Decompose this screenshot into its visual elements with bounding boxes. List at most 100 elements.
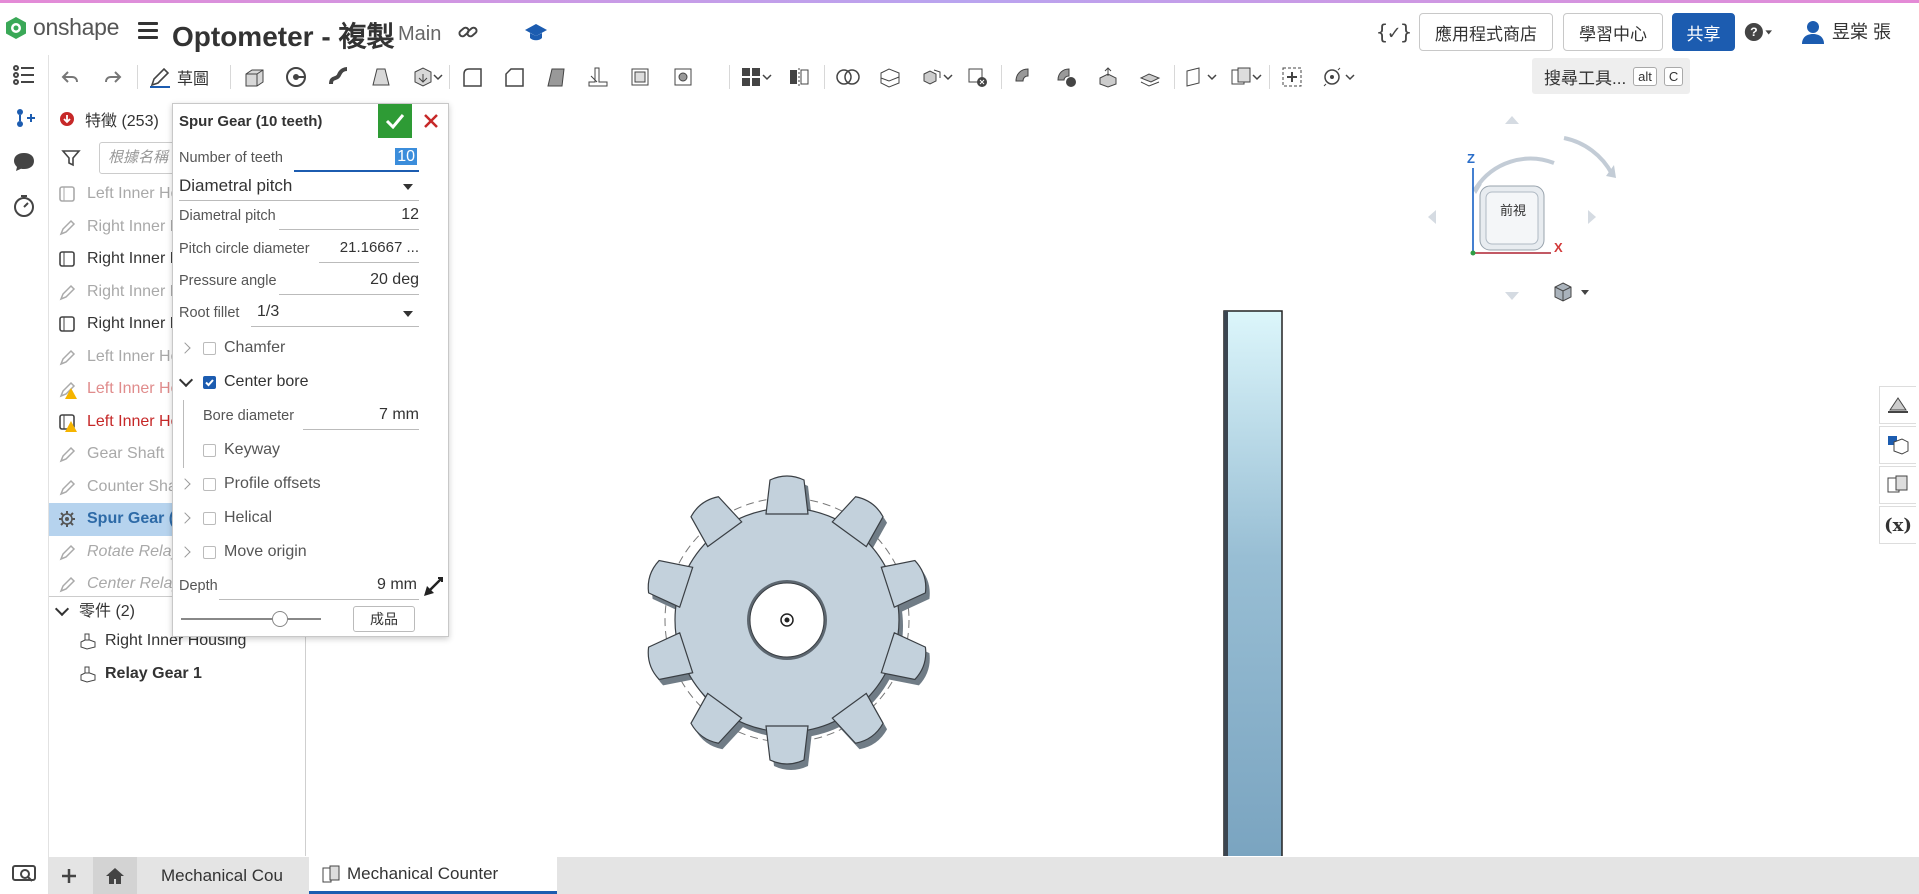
flip-direction-icon[interactable] [420,574,446,600]
profile-offsets-option[interactable]: Profile offsets [179,470,321,498]
undo-icon[interactable] [56,63,84,91]
diametral-pitch-field[interactable]: Diametral pitch 12 [179,202,419,230]
user-menu[interactable]: 昱棠 張 [1800,18,1891,44]
delete-face-icon[interactable] [1052,63,1080,91]
appearance-icon[interactable] [1879,386,1916,424]
search-view-icon[interactable] [10,860,38,888]
search-tools-button[interactable]: 搜尋工具... alt C [1532,58,1690,94]
variables-panel-icon[interactable]: (x) [1879,506,1916,544]
view-cube-face-label[interactable]: 前視 [1493,200,1533,219]
chevron-down-icon[interactable] [54,601,70,617]
chevron-down-icon[interactable] [1343,63,1357,91]
split-icon[interactable] [876,63,904,91]
home-tab[interactable] [93,857,137,894]
document-title[interactable]: Optometer - 複製 [172,15,394,55]
revolve-icon[interactable] [282,63,310,91]
chamfer-checkbox[interactable] [203,341,216,355]
confirm-button[interactable] [378,104,412,138]
tab-part-studio[interactable]: Mechanical Counter [309,857,557,894]
configurations-icon[interactable] [1879,466,1916,504]
preview-slider-handle[interactable] [272,611,288,627]
chevron-down-icon[interactable] [1250,63,1264,91]
chevron-right-icon[interactable] [179,512,191,524]
feature-list-icon[interactable] [10,61,38,89]
pressure-angle-input[interactable]: 20 deg [370,271,419,289]
final-button[interactable]: 成品 [353,606,415,632]
pitch-circle-diameter-input[interactable]: 21.16667 ... [340,239,419,256]
chevron-right-icon[interactable] [179,546,191,558]
loft-icon[interactable] [367,63,395,91]
extrude-icon[interactable] [240,63,268,91]
chamfer-icon[interactable] [500,63,528,91]
onshape-logo[interactable]: onshape [4,14,119,41]
diametral-pitch-input[interactable]: 12 [401,206,419,224]
history-timer-icon[interactable] [10,192,38,220]
chevron-down-icon[interactable] [431,63,445,91]
filter-icon[interactable] [61,148,81,168]
modify-fillet-icon[interactable] [1010,63,1038,91]
draft-icon[interactable] [542,63,570,91]
housing-body[interactable] [1223,310,1283,860]
pressure-angle-field[interactable]: Pressure angle 20 deg [179,267,419,295]
tab-assembly[interactable]: Mechanical Cou [149,857,309,894]
chevron-down-icon[interactable] [760,63,774,91]
replace-face-icon[interactable] [1136,63,1164,91]
depth-input[interactable]: 9 mm [377,576,417,594]
hole-icon[interactable] [669,63,697,91]
model-canvas[interactable] [306,98,1919,860]
main-menu-icon[interactable] [138,22,158,40]
chevron-right-icon[interactable] [179,342,191,354]
chevron-down-icon[interactable] [1205,63,1219,91]
chevron-right-icon[interactable] [179,478,191,490]
boolean-icon[interactable] [834,63,862,91]
section-view-icon[interactable] [1879,426,1916,464]
cancel-button[interactable] [416,104,446,138]
pitch-circle-diameter-field[interactable]: Pitch circle diameter 21.16667 ... [179,235,419,263]
root-fillet-select[interactable]: 1/3 [257,303,279,321]
rib-icon[interactable] [584,63,612,91]
app-store-button[interactable]: 應用程式商店 [1419,13,1553,51]
bore-diameter-input[interactable]: 7 mm [379,406,419,424]
spur-gear-model[interactable] [644,475,931,765]
helical-option[interactable]: Helical [179,504,272,532]
keyway-option[interactable]: Keyway [203,436,280,464]
insert-part-icon[interactable] [10,104,38,132]
preview-slider-track[interactable] [181,618,321,620]
add-tab-button[interactable] [49,857,89,894]
rollback-icon[interactable] [59,111,75,127]
share-button[interactable]: 共享 [1672,13,1735,51]
move-origin-option[interactable]: Move origin [179,538,307,566]
redo-icon[interactable] [99,63,127,91]
add-feature-icon[interactable] [1278,63,1306,91]
number-of-teeth-input[interactable]: 10 [395,148,417,166]
view-options-button[interactable] [1552,281,1590,303]
depth-field[interactable]: Depth 9 mm [179,572,419,600]
move-origin-checkbox[interactable] [203,545,216,559]
sketch-button[interactable]: 草圖 [149,63,209,91]
fillet-icon[interactable] [458,63,486,91]
chevron-down-icon[interactable] [941,63,955,91]
chevron-down-icon[interactable] [178,372,194,388]
part-item[interactable]: Relay Gear 1 [79,659,202,689]
center-bore-option[interactable]: Center bore [178,368,309,396]
variables-icon[interactable]: {✓} [1376,18,1412,46]
number-of-teeth-field[interactable]: Number of teeth 10 [179,144,419,172]
chamfer-option[interactable]: Chamfer [179,334,285,362]
help-icon[interactable]: ? [1744,18,1772,46]
graphics-viewport[interactable]: Z X 前視 [306,98,1919,860]
bore-diameter-field[interactable]: Bore diameter 7 mm [203,402,419,430]
keyway-checkbox[interactable] [203,443,216,457]
shell-icon[interactable] [626,63,654,91]
learning-cap-icon[interactable] [522,18,550,46]
move-face-icon[interactable] [1094,63,1122,91]
learning-center-button[interactable]: 學習中心 [1563,13,1663,51]
pitch-type-select[interactable]: Diametral pitch [179,172,419,201]
sweep-icon[interactable] [325,63,353,91]
workspace-name[interactable]: Main [398,23,441,46]
comments-icon[interactable] [10,148,38,176]
delete-part-icon[interactable] [963,63,991,91]
mirror-icon[interactable] [785,63,813,91]
root-fillet-field[interactable]: Root fillet 1/3 [179,299,419,327]
center-bore-checkbox[interactable] [203,375,216,389]
link-icon[interactable] [454,18,482,46]
